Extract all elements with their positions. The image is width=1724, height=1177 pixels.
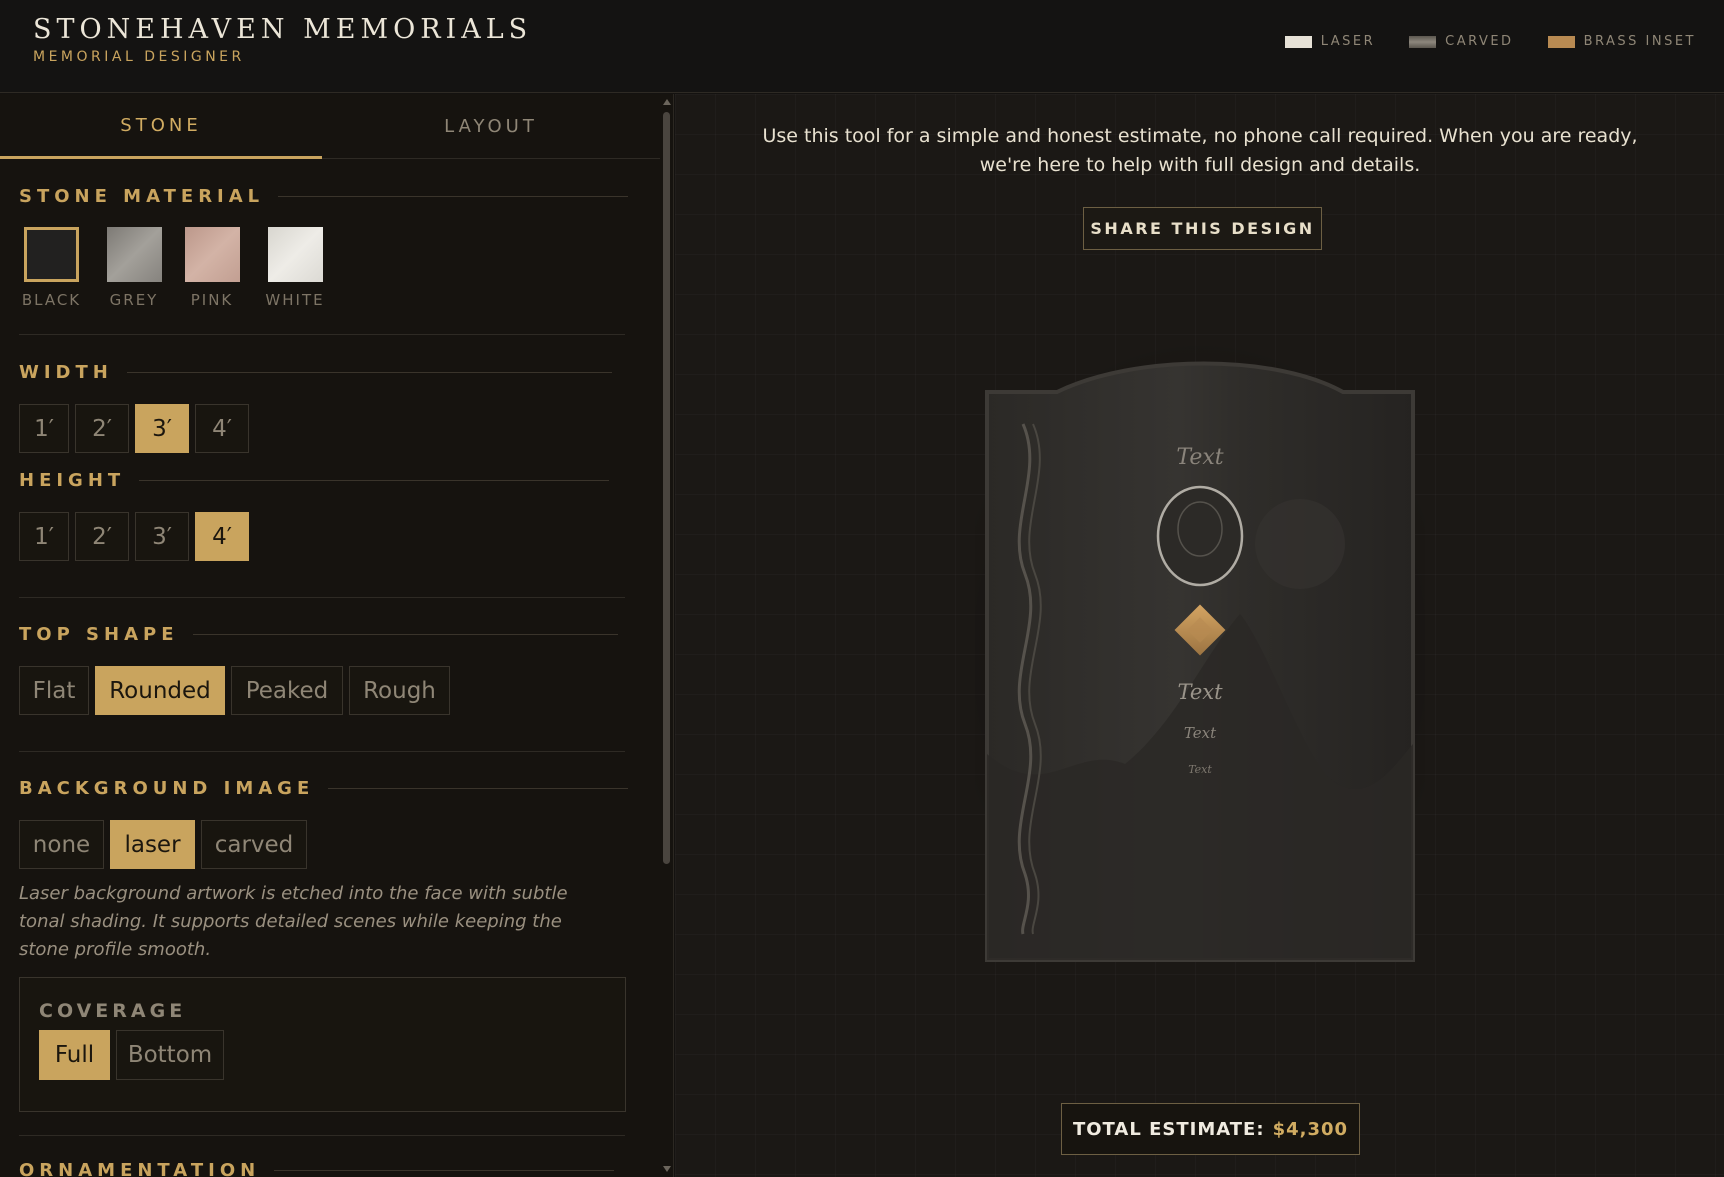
section-label: TOP SHAPE bbox=[19, 624, 179, 645]
stone-swatch-grey bbox=[106, 227, 162, 282]
legend-item-laser: LASER bbox=[1284, 34, 1376, 49]
section-label: STONE MATERIAL bbox=[19, 186, 265, 207]
section-label: ORNAMENTATION bbox=[19, 1160, 261, 1177]
section-rule bbox=[139, 480, 610, 481]
preview-text-name[interactable]: Text bbox=[1177, 680, 1223, 704]
brand-title: STONEHAVEN MEMORIALS bbox=[33, 14, 533, 45]
section-label: HEIGHT bbox=[19, 470, 126, 491]
scroll-down-icon[interactable] bbox=[663, 1166, 671, 1172]
height-option-2[interactable]: 2′ bbox=[75, 512, 129, 561]
section-rule bbox=[278, 196, 629, 197]
background-option-carved[interactable]: carved bbox=[201, 820, 307, 869]
legend-item-brass-inset: BRASS INSET bbox=[1547, 34, 1696, 49]
section-rule bbox=[126, 372, 612, 373]
section-rule bbox=[274, 1170, 615, 1171]
stone-swatch-pink bbox=[184, 227, 240, 282]
moon-background-icon bbox=[1255, 499, 1345, 589]
memorial-stone: Text Text Text Text bbox=[940, 334, 1460, 974]
background-description: Laser background artwork is etched into … bbox=[19, 883, 568, 960]
stone-option-pink[interactable]: PINK bbox=[182, 227, 242, 309]
tab-stone[interactable]: STONE bbox=[0, 94, 322, 159]
scroll-thumb[interactable] bbox=[663, 112, 670, 864]
preview-area: Use this tool for a simple and honest es… bbox=[675, 94, 1724, 1177]
stone-swatch-black bbox=[24, 227, 79, 282]
memorial-preview: Text Text Text Text bbox=[940, 324, 1460, 974]
divider bbox=[19, 1135, 625, 1136]
section-label: BACKGROUND IMAGE bbox=[19, 778, 315, 799]
total-estimate[interactable]: TOTAL ESTIMATE: $4,300 bbox=[1061, 1103, 1360, 1155]
section-rule bbox=[328, 788, 629, 789]
stone-label: GREY bbox=[109, 291, 159, 309]
section-title-top-shape: TOP SHAPE bbox=[19, 624, 618, 645]
width-option-3[interactable]: 3′ bbox=[135, 404, 189, 453]
shape-option-rough[interactable]: Rough bbox=[349, 666, 450, 715]
laser-swatch-icon bbox=[1284, 35, 1312, 48]
stone-option-white[interactable]: WHITE bbox=[261, 227, 329, 309]
stone-label: BLACK bbox=[21, 291, 82, 309]
legend-item-carved: CARVED bbox=[1409, 34, 1513, 49]
section-title-width: WIDTH bbox=[19, 362, 612, 383]
width-option-1[interactable]: 1′ bbox=[19, 404, 69, 453]
divider bbox=[19, 334, 625, 335]
stone-option-black[interactable]: BLACK bbox=[19, 227, 84, 309]
preview-text-dates[interactable]: Text bbox=[1184, 724, 1217, 742]
divider bbox=[19, 597, 625, 598]
height-option-4[interactable]: 4′ bbox=[195, 512, 249, 561]
section-title-background-image: BACKGROUND IMAGE bbox=[19, 778, 629, 799]
sidebar-scrollbar[interactable] bbox=[660, 94, 673, 1177]
section-title-ornamentation: ORNAMENTATION bbox=[19, 1160, 615, 1177]
coverage-panel: COVERAGE Full Bottom bbox=[19, 977, 626, 1112]
brand-subtitle: MEMORIAL DESIGNER bbox=[33, 49, 245, 65]
width-option-2[interactable]: 2′ bbox=[75, 404, 129, 453]
coverage-title: COVERAGE bbox=[39, 1000, 187, 1022]
stone-label: WHITE bbox=[265, 291, 325, 309]
total-label: TOTAL ESTIMATE: bbox=[1072, 1118, 1265, 1140]
scroll-up-icon[interactable] bbox=[663, 99, 671, 105]
finish-legend: LASER CARVED BRASS INSET bbox=[1284, 34, 1696, 49]
sidebar-tabs: STONE LAYOUT bbox=[0, 94, 660, 159]
stone-label: PINK bbox=[190, 291, 234, 309]
tab-layout[interactable]: LAYOUT bbox=[322, 94, 660, 159]
background-option-laser[interactable]: laser bbox=[110, 820, 195, 869]
legend-label: BRASS INSET bbox=[1583, 34, 1696, 49]
background-option-none[interactable]: none bbox=[19, 820, 104, 869]
coverage-option-full[interactable]: Full bbox=[39, 1030, 110, 1080]
stone-option-grey[interactable]: GREY bbox=[103, 227, 165, 309]
coverage-option-bottom[interactable]: Bottom bbox=[116, 1030, 224, 1080]
section-title-stone-material: STONE MATERIAL bbox=[19, 186, 629, 207]
carved-swatch-icon bbox=[1409, 35, 1437, 48]
section-label: WIDTH bbox=[19, 362, 113, 383]
brand: STONEHAVEN MEMORIALS MEMORIAL DESIGNER bbox=[33, 14, 532, 65]
height-option-1[interactable]: 1′ bbox=[19, 512, 69, 561]
app-header: STONEHAVEN MEMORIALS MEMORIAL DESIGNER L… bbox=[0, 0, 1724, 93]
intro-text: Use this tool for a simple and honest es… bbox=[762, 125, 1638, 176]
shape-option-peaked[interactable]: Peaked bbox=[231, 666, 343, 715]
height-option-3[interactable]: 3′ bbox=[135, 512, 189, 561]
legend-label: CARVED bbox=[1445, 34, 1514, 49]
shape-option-rounded[interactable]: Rounded bbox=[95, 666, 225, 715]
stone-swatch-white bbox=[267, 227, 323, 282]
brass-swatch-icon bbox=[1547, 35, 1575, 48]
design-sidebar: STONE LAYOUT STONE MATERIAL BLACK GREY P… bbox=[0, 94, 674, 1177]
legend-label: LASER bbox=[1320, 34, 1376, 49]
share-design-button[interactable]: SHARE THIS DESIGN bbox=[1083, 207, 1322, 250]
divider bbox=[19, 751, 625, 752]
width-option-4[interactable]: 4′ bbox=[195, 404, 249, 453]
shape-option-flat[interactable]: Flat bbox=[19, 666, 89, 715]
preview-text-epitaph[interactable]: Text bbox=[1188, 763, 1212, 776]
preview-text-top[interactable]: Text bbox=[1176, 445, 1223, 470]
total-amount: $4,300 bbox=[1272, 1118, 1349, 1140]
section-rule bbox=[192, 634, 618, 635]
section-title-height: HEIGHT bbox=[19, 470, 610, 491]
